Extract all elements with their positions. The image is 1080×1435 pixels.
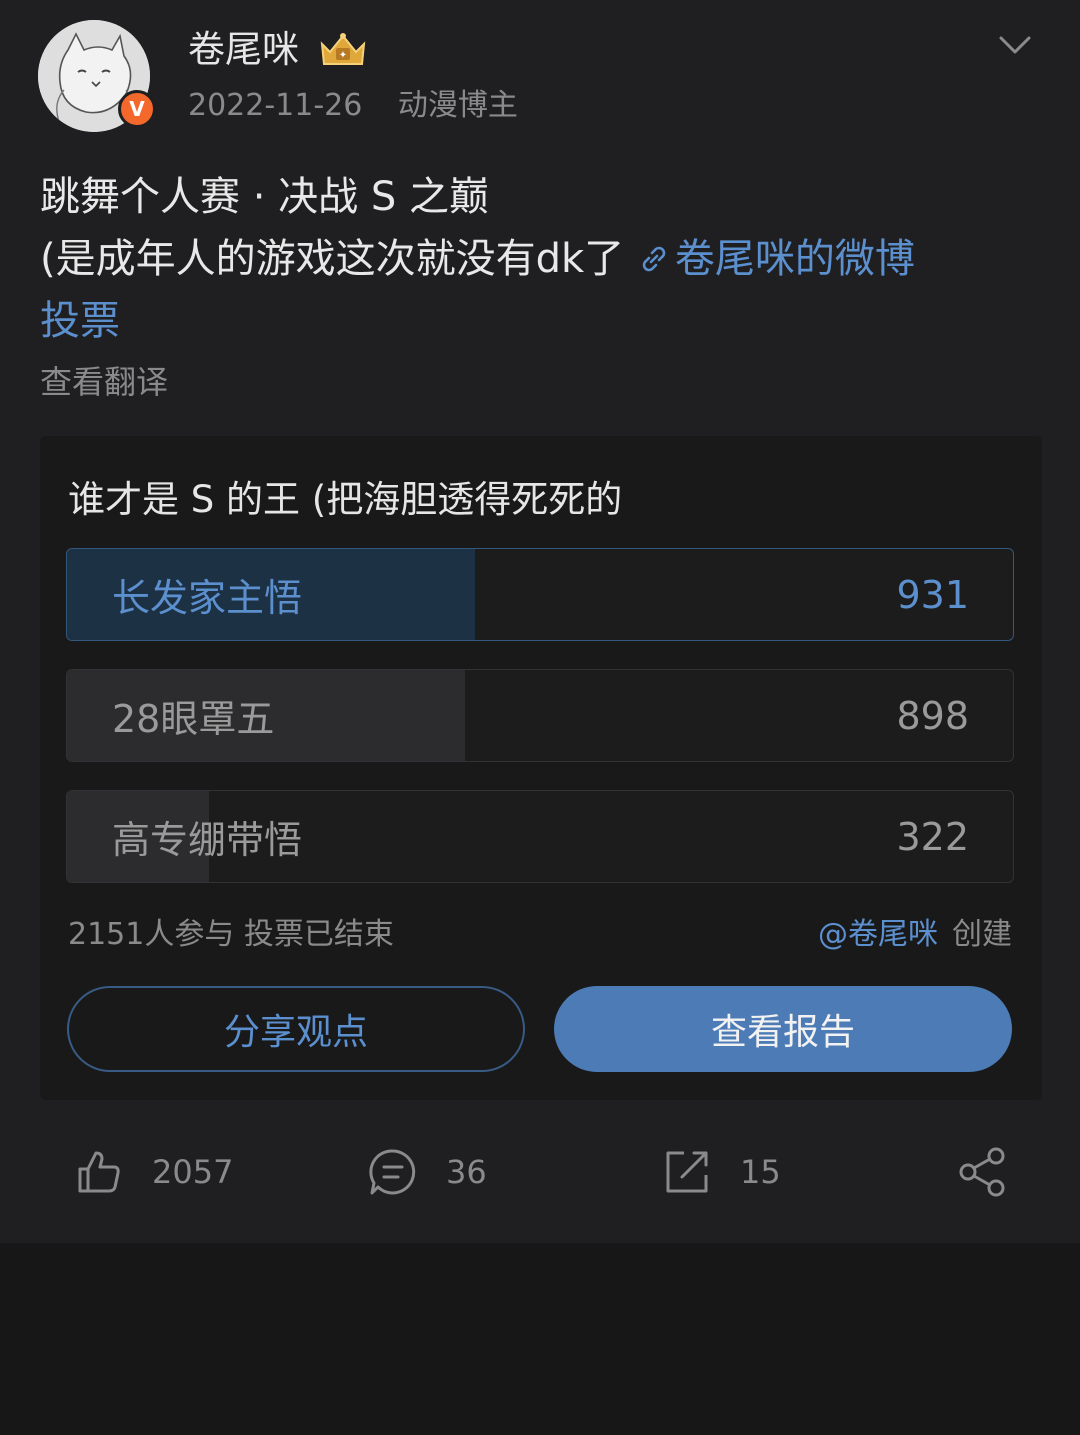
svg-text:✦: ✦ <box>339 50 347 61</box>
poll-option-label: 高专绷带悟 <box>112 818 303 862</box>
poll-card: 谁才是 S 的王 (把海胆透得死死的 长发家主悟 931 28眼罩五 898 高… <box>40 436 1042 1100</box>
like-icon <box>78 1151 120 1193</box>
created-label: 创建 <box>952 917 1012 952</box>
poll-status: 投票已结束 <box>243 917 394 952</box>
post-date: 2022-11-26 <box>188 88 363 123</box>
crown-icon: ✦ <box>320 33 366 65</box>
vote-link[interactable]: 投票 <box>40 290 1040 352</box>
post-text-line1: 跳舞个人赛 · 决战 S 之巅 <box>40 174 489 220</box>
weibo-link[interactable]: 卷尾咪的微博 <box>637 236 915 282</box>
comment-icon <box>369 1149 416 1195</box>
participant-count: 2151人参与 <box>68 917 235 952</box>
poll-option-label: 28眼罩五 <box>112 697 275 741</box>
chevron-down-icon[interactable] <box>998 34 1032 58</box>
poll-option[interactable]: 长发家主悟 931 <box>66 548 1014 641</box>
poll-creator: @卷尾咪 创建 <box>818 914 1012 956</box>
post-text-line2-content: (是成年人的游戏这次就没有dk了 <box>40 236 625 282</box>
post-meta: 2022-11-26 动漫博主 <box>188 86 518 126</box>
share-opinion-button[interactable]: 分享观点 <box>67 986 525 1072</box>
like-count: 2057 <box>152 1153 234 1191</box>
poll-option-count: 931 <box>896 572 969 617</box>
poll-option[interactable]: 高专绷带悟 322 <box>66 790 1014 883</box>
poll-option-label: 长发家主悟 <box>112 576 303 620</box>
repost-count: 15 <box>740 1153 781 1191</box>
poll-option[interactable]: 28眼罩五 898 <box>66 669 1014 762</box>
share-icon <box>959 1147 1005 1197</box>
view-report-button[interactable]: 查看报告 <box>554 986 1012 1072</box>
user-tag: 动漫博主 <box>397 88 518 123</box>
share-button[interactable] <box>956 1146 1008 1198</box>
like-button[interactable]: 2057 <box>74 1142 233 1202</box>
weibo-link-label: 卷尾咪的微博 <box>674 236 915 282</box>
translate-link[interactable]: 查看翻译 <box>40 360 168 404</box>
post-text-line2: (是成年人的游戏这次就没有dk了 卷尾咪的微博 <box>40 228 1040 290</box>
username[interactable]: 卷尾咪 <box>188 26 299 74</box>
poll-option-count: 898 <box>896 693 969 738</box>
poll-title: 谁才是 S 的王 (把海胆透得死死的 <box>68 478 623 521</box>
comment-button[interactable]: 36 <box>368 1142 487 1202</box>
verified-badge: V <box>118 90 156 128</box>
link-icon <box>642 246 666 272</box>
post-card: V 卷尾咪 ✦ 2022-11-26 动漫博主 跳舞个人赛 · 决战 S 之巅 … <box>0 0 1080 1243</box>
poll-option-count: 322 <box>896 814 969 859</box>
page-background <box>0 1243 1080 1435</box>
poll-stats: 2151人参与 投票已结束 <box>68 914 394 956</box>
creator-mention[interactable]: @卷尾咪 <box>818 917 938 952</box>
repost-icon <box>666 1151 708 1193</box>
repost-button[interactable]: 15 <box>662 1142 781 1202</box>
post-text: 跳舞个人赛 · 决战 S 之巅 (是成年人的游戏这次就没有dk了 卷尾咪的微博 … <box>40 166 1040 352</box>
comment-count: 36 <box>446 1153 487 1191</box>
